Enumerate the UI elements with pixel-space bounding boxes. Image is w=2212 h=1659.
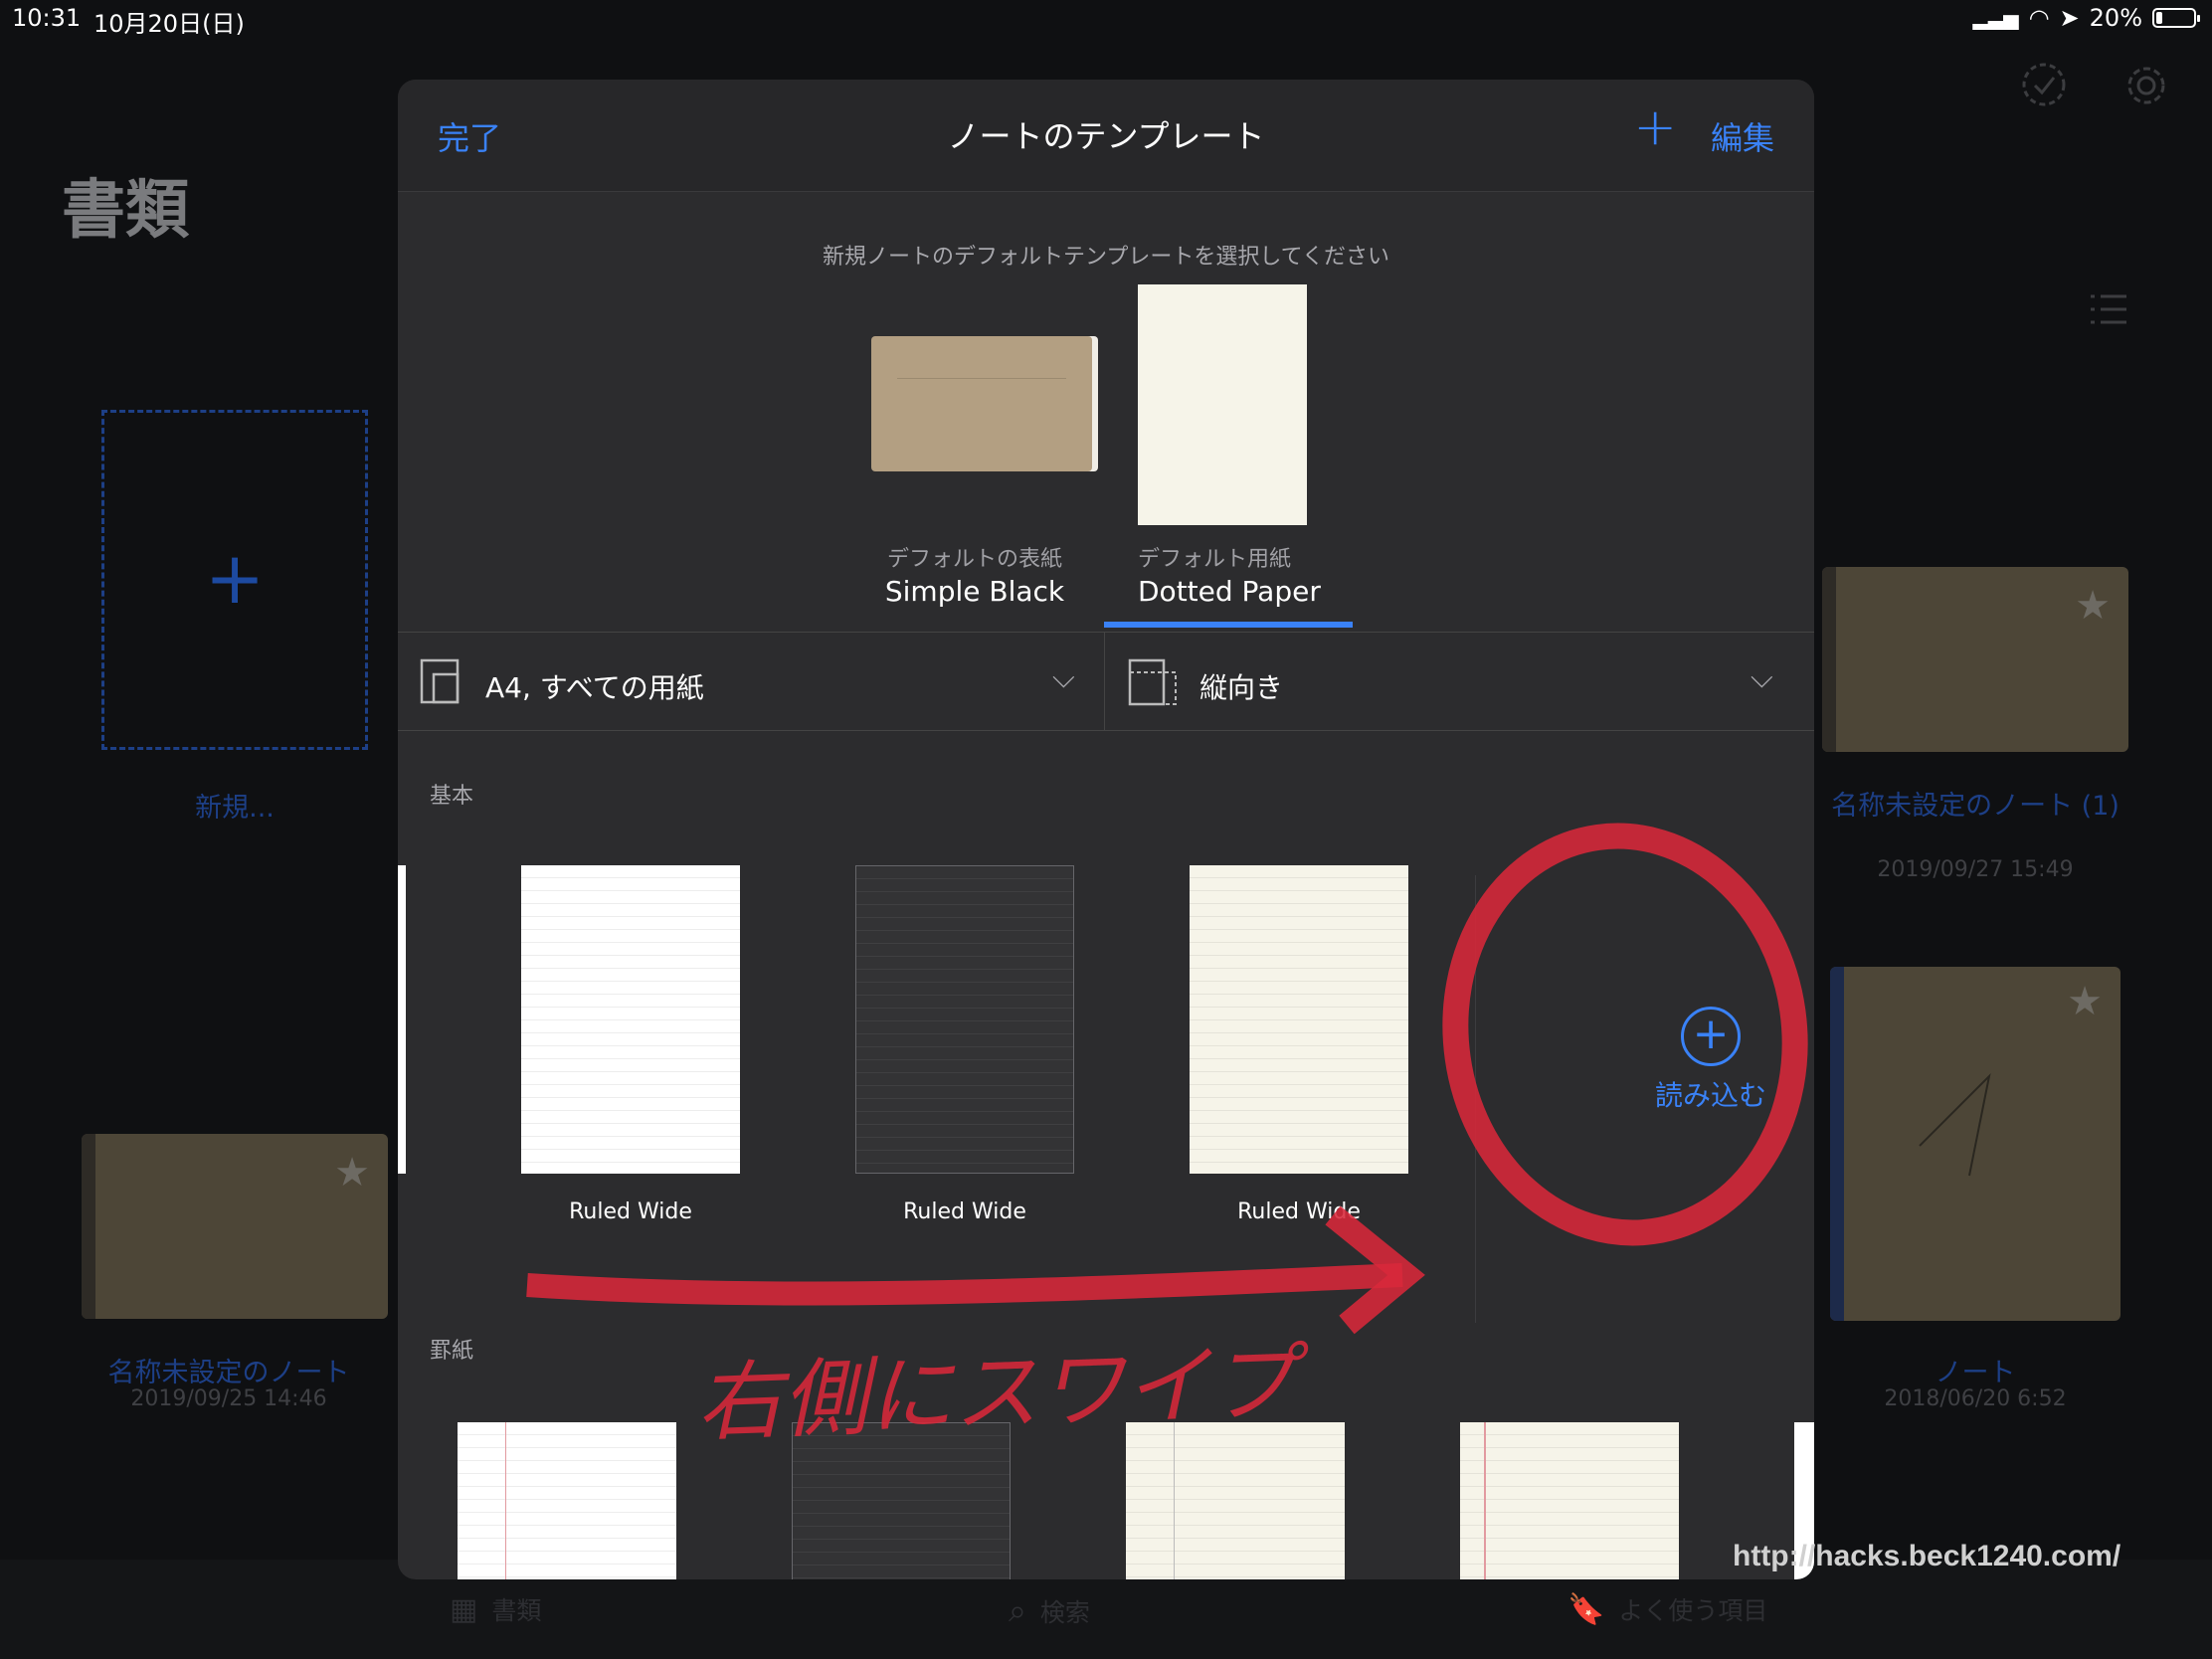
annotation-text: 右側にスワイプ — [694, 1333, 1297, 1454]
annotation-arrow — [526, 1263, 1403, 1306]
annotation-circle — [1442, 823, 1808, 1246]
watermark: http://hacks.beck1240.com/ — [1733, 1540, 2121, 1572]
